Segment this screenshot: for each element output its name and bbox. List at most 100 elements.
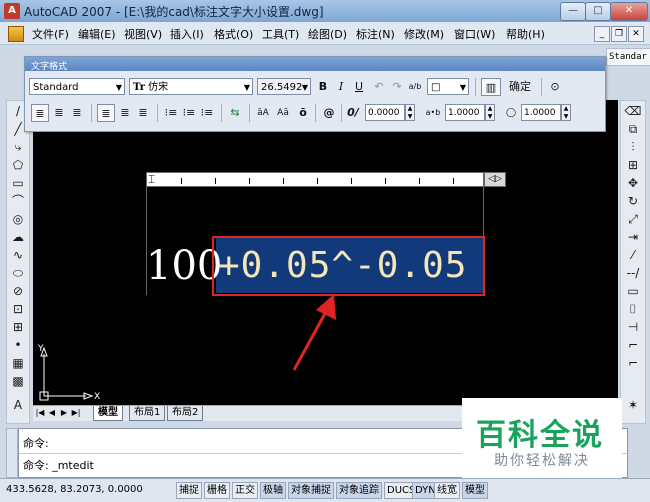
indent-marker-icon[interactable]: ⌶ [148,173,155,186]
tracking-input[interactable]: 1.0000 [445,104,485,121]
prev-tab-icon[interactable]: ◀ [47,407,57,419]
align-right-icon[interactable]: ≣ [69,104,85,122]
menu-format[interactable]: 格式(O) [214,26,253,42]
rectangle-icon[interactable]: ▭ [9,175,27,192]
first-tab-icon[interactable]: |◀ [35,407,45,419]
mtext-base-value[interactable]: 100 [146,242,222,290]
menu-insert[interactable]: 插入(I) [170,26,204,42]
symbol-icon[interactable]: @ [321,104,337,122]
circle-icon[interactable]: ◎ [9,211,27,228]
stretch-icon[interactable]: ⇥ [624,229,642,246]
trim-icon[interactable]: ⁄ [624,247,642,264]
text-style-combo[interactable]: Standar [606,48,650,66]
make-block-icon[interactable]: ⊞ [9,319,27,336]
point-icon[interactable]: • [9,337,27,354]
ortho-toggle[interactable]: 正交 [232,482,258,499]
array-icon[interactable]: ⊞ [624,157,642,174]
rotate-icon[interactable]: ↻ [624,193,642,210]
width-factor-input[interactable]: 1.0000 [521,104,561,121]
polar-toggle[interactable]: 极轴 [260,482,286,499]
osnap-toggle[interactable]: 对象捕捉 [288,482,334,499]
arc-icon[interactable]: ⌒ [9,193,27,210]
tab-layout1[interactable]: 布局1 [129,406,166,421]
doc-minimize-button[interactable]: _ [594,26,610,42]
color-select[interactable]: □ ▼ [427,78,469,95]
coordinate-readout[interactable]: 433.5628, 83.2073, 0.0000 [6,484,143,495]
menu-file[interactable]: 文件(F) [32,26,69,42]
options-icon[interactable]: ⊙ [547,78,563,96]
join-icon[interactable]: ⌷ [624,301,642,318]
polygon-icon[interactable]: ⬠ [9,157,27,174]
tab-layout2[interactable]: 布局2 [167,406,204,421]
align-left-icon[interactable]: ≣ [31,104,49,122]
minimize-button[interactable]: — [560,2,586,21]
uppercase-icon[interactable]: āA [255,104,271,122]
underline-button[interactable]: U [351,78,367,96]
menu-help[interactable]: 帮助(H) [506,26,545,42]
scale-icon[interactable]: ⤢ [624,211,642,228]
autocad-logo-icon[interactable]: A [4,3,20,19]
bold-button[interactable]: B [315,78,331,96]
align-center-icon[interactable]: ≣ [51,104,67,122]
font-select[interactable]: Tr 仿宋 ▼ [129,78,253,95]
stack-button[interactable]: a/b [407,78,423,96]
fillet-alt-icon[interactable]: ⌐ [624,355,642,372]
copy-icon[interactable]: ⧉ [624,121,642,138]
italic-button[interactable]: I [333,78,349,96]
bullets-icon[interactable]: ⁝≡ [181,104,197,122]
command-input-line[interactable]: 命令: _mtedit [23,457,94,473]
snap-toggle[interactable]: 捕捉 [176,482,202,499]
gradient-icon[interactable]: ▩ [9,373,27,390]
lineweight-toggle[interactable]: 线宽 [434,482,460,499]
revision-cloud-icon[interactable]: ☁ [9,229,27,246]
ok-button[interactable]: 确定 [509,78,531,96]
doc-close-button[interactable]: ✕ [628,26,644,42]
doc-restore-button[interactable]: ❐ [611,26,627,42]
close-button[interactable]: ✕ [610,2,648,21]
justify-top-icon[interactable]: ≣ [97,104,115,122]
ruler-toggle-button[interactable]: ▥ [481,78,501,96]
chamfer-icon[interactable]: ⊣ [624,319,642,336]
tracking-spinner[interactable]: ▲ ▼ [485,104,495,121]
justify-middle-icon[interactable]: ≣ [117,104,133,122]
next-tab-icon[interactable]: ▶ [59,407,69,419]
break-icon[interactable]: ▭ [624,283,642,300]
undo-icon[interactable]: ↶ [371,78,387,96]
fillet-icon[interactable]: ⌐ [624,337,642,354]
uppercase-letters-icon[interactable]: ⁝≡ [199,104,215,122]
hatch-icon[interactable]: ▦ [9,355,27,372]
ellipse-arc-icon[interactable]: ⊘ [9,283,27,300]
menu-tools[interactable]: 工具(T) [262,26,299,42]
multiline-text-icon[interactable]: A [9,397,27,414]
extend-icon[interactable]: --/ [624,265,642,282]
oblique-angle-spinner[interactable]: ▲ ▼ [405,104,415,121]
insert-block-icon[interactable]: ⊡ [9,301,27,318]
mirror-icon[interactable]: ⫶ [624,139,642,156]
spline-icon[interactable]: ∿ [9,247,27,264]
oblique-angle-input[interactable]: 0.0000 [365,104,405,121]
overline-icon[interactable]: ō [295,104,311,122]
menu-window[interactable]: 窗口(W) [454,26,495,42]
document-icon[interactable] [8,26,24,42]
erase-icon[interactable]: ⌫ [624,103,642,120]
lowercase-icon[interactable]: Aā [275,104,291,122]
maximize-button[interactable]: □ [585,2,611,21]
grid-toggle[interactable]: 栅格 [204,482,230,499]
menu-view[interactable]: 视图(V) [124,26,162,42]
last-tab-icon[interactable]: ▶| [71,407,81,419]
menu-modify[interactable]: 修改(M) [404,26,444,42]
justify-bottom-icon[interactable]: ≣ [135,104,151,122]
otrack-toggle[interactable]: 对象追踪 [336,482,382,499]
menu-draw[interactable]: 绘图(D) [308,26,347,42]
width-factor-spinner[interactable]: ▲ ▼ [561,104,571,121]
menu-dimension[interactable]: 标注(N) [356,26,395,42]
tab-model[interactable]: 模型 [93,406,123,421]
ruler-width-handle[interactable]: ◁▷ [484,172,506,187]
command-window-handle[interactable] [6,428,18,478]
move-icon[interactable]: ✥ [624,175,642,192]
explode-icon[interactable]: ✶ [624,397,642,414]
insert-field-icon[interactable]: ⇆ [227,104,243,122]
menu-edit[interactable]: 编辑(E) [78,26,116,42]
text-formatting-title[interactable]: 文字格式 [25,57,605,71]
numbering-icon[interactable]: ⁝≡ [163,104,179,122]
